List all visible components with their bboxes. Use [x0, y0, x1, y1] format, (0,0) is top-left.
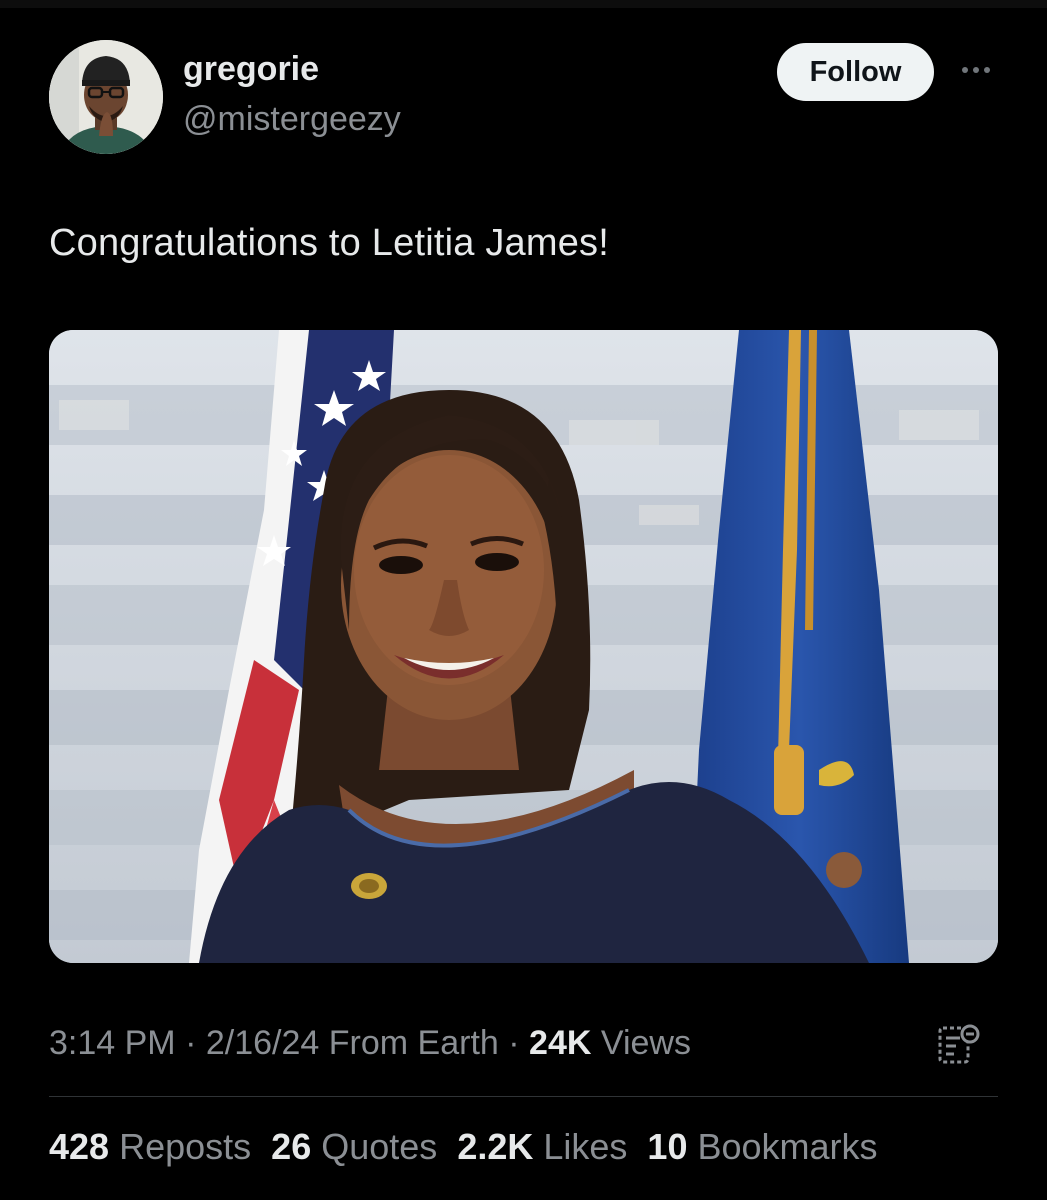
stat-count: 2.2K: [457, 1126, 534, 1167]
avatar-image: [49, 40, 163, 154]
tweet-source: From Earth: [328, 1024, 499, 1062]
photo: [49, 330, 998, 963]
author-handle[interactable]: @mistergeezy: [183, 100, 401, 139]
stat-count: 26: [271, 1126, 312, 1167]
more-options-icon[interactable]: [954, 55, 998, 85]
meta-separator: ·: [508, 1024, 520, 1062]
dot: [962, 67, 968, 73]
tweet-text: Congratulations to Letitia James!: [49, 222, 610, 264]
stat-label: Likes: [543, 1126, 628, 1167]
stat-count: 10: [647, 1126, 688, 1167]
stat-quotes[interactable]: 26 Quotes: [271, 1126, 437, 1168]
divider: [49, 1096, 998, 1097]
stat-label: Quotes: [321, 1126, 438, 1167]
dot: [973, 67, 979, 73]
stat-label: Reposts: [119, 1126, 252, 1167]
tweet-media-image[interactable]: [49, 330, 998, 963]
follow-button[interactable]: Follow: [777, 43, 934, 101]
views-count: 24K: [529, 1024, 592, 1062]
engagement-stats: 428 Reposts 26 Quotes 2.2K Likes 10 Book…: [49, 1126, 878, 1168]
tweet-meta: 3:14 PM · 2/16/24 From Earth · 24K Views: [49, 1024, 691, 1063]
top-strip: [0, 0, 1047, 8]
avatar[interactable]: [49, 40, 163, 154]
stat-count: 428: [49, 1126, 110, 1167]
analytics-icon[interactable]: [934, 1020, 984, 1070]
tweet-time[interactable]: 3:14 PM: [49, 1024, 176, 1062]
dot: [984, 67, 990, 73]
author-name[interactable]: gregorie: [183, 50, 319, 89]
stat-reposts[interactable]: 428 Reposts: [49, 1126, 251, 1168]
tweet-date[interactable]: 2/16/24: [206, 1024, 319, 1062]
meta-separator: ·: [185, 1024, 197, 1062]
stat-likes[interactable]: 2.2K Likes: [457, 1126, 627, 1168]
views-label: Views: [600, 1024, 691, 1062]
stat-bookmarks[interactable]: 10 Bookmarks: [647, 1126, 877, 1168]
stat-label: Bookmarks: [697, 1126, 878, 1167]
